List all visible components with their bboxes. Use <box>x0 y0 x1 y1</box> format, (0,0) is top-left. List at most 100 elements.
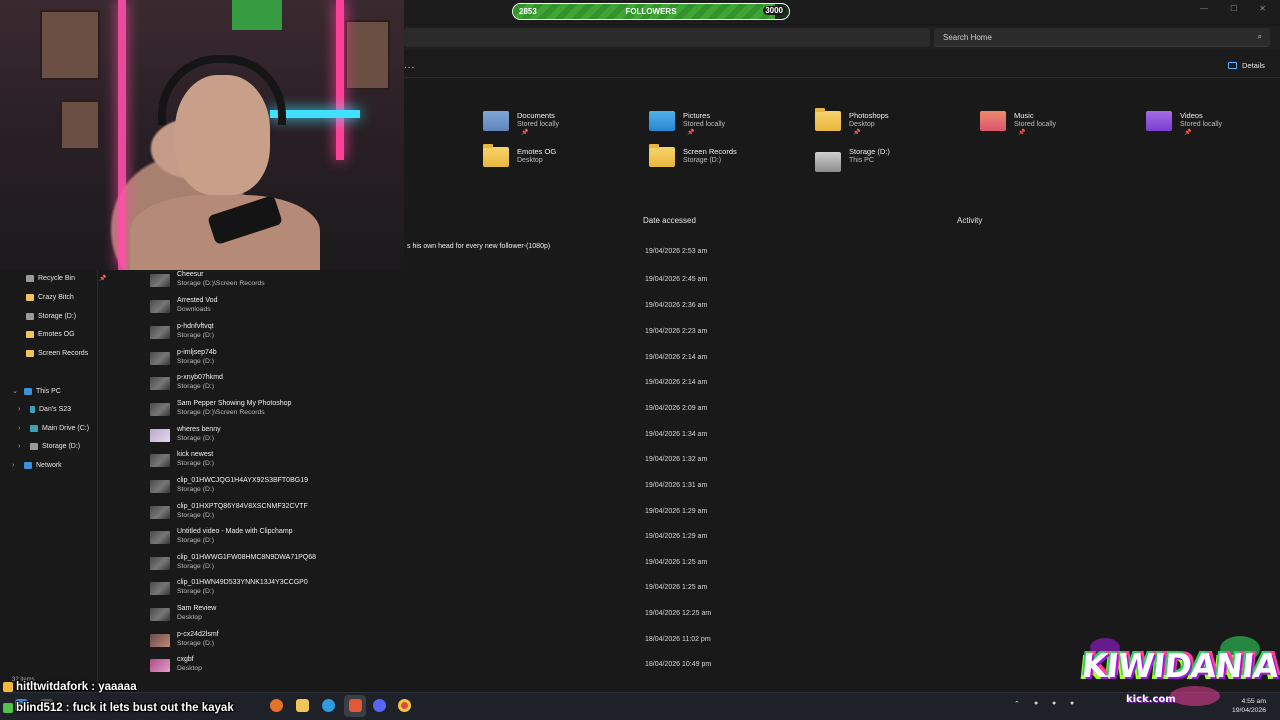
sidebar-item-emotes-og[interactable]: Emotes OG <box>26 331 75 338</box>
search-placeholder: Search Home <box>943 33 992 42</box>
file-name: Cheesur <box>177 271 204 278</box>
channel-logo: KIWIDANIA kick.com <box>1080 636 1280 716</box>
list-item[interactable]: p-imljsep74b Storage (D:) 19/04/2026 2:14 … <box>140 346 1260 372</box>
video-thumbnail <box>150 557 170 570</box>
quick-access-music[interactable]: Music Stored locally 📌 <box>980 111 1056 138</box>
sidebar-item-screen-records[interactable]: Screen Records <box>26 350 88 357</box>
video-thumbnail <box>150 300 170 313</box>
list-item[interactable]: Cheesur Storage (D:)\Screen Records 19/04/… <box>140 268 1260 294</box>
logo-wordmark: KIWIDANIA <box>1079 646 1280 685</box>
file-date: 18/04/2026 10:49 pm <box>645 661 712 668</box>
list-item[interactable]: clip_01HWCJQG1H4AYX92S3BFT0BG19 Storage (… <box>140 474 1260 500</box>
file-name: kick newest <box>177 451 214 458</box>
brave-icon[interactable] <box>349 699 362 712</box>
tile-sub: Desktop <box>517 157 543 164</box>
phone-icon <box>30 406 35 413</box>
column-header-activity[interactable]: Activity <box>957 216 982 225</box>
list-item[interactable]: clip_01HXPTQ86Y84V8XSCNMF32CVTF Storage (… <box>140 500 1260 526</box>
close-icon[interactable]: ✕ <box>1259 4 1266 13</box>
quick-access-emotes-og[interactable]: Emotes OG Desktop <box>483 144 557 167</box>
file-explorer-icon[interactable] <box>296 699 309 712</box>
details-button[interactable]: Details <box>1228 61 1265 70</box>
list-item[interactable]: Untitled video - Made with Clipchamp Stor… <box>140 525 1260 551</box>
list-item[interactable]: Sam Review Desktop 19/04/2026 12:25 am <box>140 602 1260 628</box>
sidebar-item-this-pc[interactable]: ⌄ This PC <box>12 387 61 395</box>
pin-icon: 📌 <box>98 276 107 282</box>
chevron-right-icon[interactable]: › <box>18 425 26 432</box>
quick-access-pictures[interactable]: Pictures Stored locally 📌 <box>649 111 725 138</box>
video-thumbnail <box>150 608 170 621</box>
chevron-down-icon[interactable]: ⌄ <box>12 387 20 395</box>
tray-app-icon[interactable]: ● <box>1034 700 1038 707</box>
quick-access-storage-d[interactable]: Storage (D:) This PC <box>815 147 890 172</box>
file-date: 19/04/2026 1:29 am <box>645 533 708 540</box>
search-input[interactable]: Search Home ⌕ <box>934 28 1270 47</box>
list-item[interactable]: kick newest Storage (D:) 19/04/2026 1:32 a… <box>140 448 1260 474</box>
quick-access-videos[interactable]: Videos Stored locally 📌 <box>1146 111 1222 138</box>
sidebar-item-main-drive[interactable]: › Main Drive (C:) <box>18 425 89 432</box>
search-icon: ⌕ <box>1257 32 1262 41</box>
file-location: Downloads <box>177 306 211 313</box>
videos-folder-icon <box>1146 111 1172 131</box>
list-item[interactable]: Arrested Vod Downloads 19/04/2026 2:36 am <box>140 294 1260 320</box>
chrome-icon[interactable] <box>398 699 411 712</box>
tile-name: Documents <box>517 111 555 120</box>
file-date: 19/04/2026 1:34 am <box>645 431 708 438</box>
tile-name: Emotes OG <box>517 147 557 156</box>
quick-access-photoshops[interactable]: Photoshops Desktop 📌 <box>815 108 889 138</box>
sidebar-item-network[interactable]: › Network <box>12 462 62 469</box>
sidebar-item-crazy-bitch[interactable]: Crazy Bitch <box>26 294 74 301</box>
neon-light-pink <box>118 0 126 270</box>
firefox-icon[interactable] <box>270 699 283 712</box>
chevron-right-icon[interactable]: › <box>18 443 26 450</box>
chevron-right-icon[interactable]: › <box>18 406 26 413</box>
file-date: 19/04/2026 1:31 am <box>645 482 708 489</box>
details-label: Details <box>1242 61 1265 70</box>
documents-folder-icon <box>483 111 509 131</box>
list-item[interactable]: Sam Pepper Showing My Photoshop Storage (… <box>140 397 1260 423</box>
chat-username: blind512 <box>16 702 63 714</box>
list-item[interactable]: clip_01HWN49D533YNNK13J4Y3CCGP0 Storage (… <box>140 576 1260 602</box>
tile-sub: This PC <box>849 157 874 164</box>
maximize-icon[interactable]: ☐ <box>1230 4 1237 13</box>
discord-icon[interactable] <box>373 699 386 712</box>
file-name-partial[interactable]: s his own head for every new follower-(1… <box>407 243 550 250</box>
file-location: Storage (D:)\Screen Records <box>177 280 265 287</box>
edge-icon[interactable] <box>322 699 335 712</box>
followers-label: FOLLOWERS <box>625 7 677 16</box>
drive-icon <box>30 443 38 450</box>
list-item[interactable]: wheres benny Storage (D:) 19/04/2026 1:34 … <box>140 423 1260 449</box>
file-location: Storage (D:) <box>177 332 215 339</box>
address-field[interactable] <box>404 28 930 47</box>
chevron-right-icon[interactable]: › <box>12 462 20 469</box>
file-date: 19/04/2026 2:09 am <box>645 405 708 412</box>
sidebar-item-storage-d-tree[interactable]: › Storage (D:) <box>18 443 80 450</box>
list-item[interactable]: p-hdnfvftvqt Storage (D:) 19/04/2026 2:23 … <box>140 320 1260 346</box>
quick-access-documents[interactable]: Documents Stored locally 📌 <box>483 111 559 138</box>
sidebar-item-label: Crazy Bitch <box>38 294 74 301</box>
tray-chevron-icon[interactable]: ⌃ <box>1014 700 1020 708</box>
file-location: Storage (D:) <box>177 588 215 595</box>
recycle-bin-icon <box>26 275 34 282</box>
tile-sub: Stored locally <box>1014 121 1057 128</box>
pin-icon: 📌 <box>1018 130 1026 136</box>
drive-icon <box>815 152 841 172</box>
window-controls: — ☐ ✕ <box>1200 4 1266 13</box>
list-item[interactable]: clip_01HWWG1FW08HMC8N9DWA71PQ68 Storage (… <box>140 551 1260 577</box>
quick-access-screen-records[interactable]: Screen Records Storage (D:) <box>649 144 737 167</box>
drive-icon <box>30 425 38 432</box>
file-date: 19/04/2026 2:23 am <box>645 328 708 335</box>
list-item[interactable]: p-xnyb07hkmd Storage (D:) 19/04/2026 2:14 … <box>140 371 1260 397</box>
tray-app-icon[interactable]: ● <box>1070 700 1074 707</box>
column-header-date-accessed[interactable]: Date accessed <box>643 216 696 225</box>
video-thumbnail <box>150 274 170 287</box>
sidebar-item-dans-s23[interactable]: › Dan's S23 <box>18 406 71 413</box>
folder-icon <box>26 350 34 357</box>
minimize-icon[interactable]: — <box>1200 4 1208 13</box>
video-thumbnail <box>150 659 170 672</box>
sidebar-item-storage-d[interactable]: Storage (D:) <box>26 313 76 320</box>
tray-app-icon[interactable]: ● <box>1052 700 1056 707</box>
sidebar-item-label: Screen Records <box>38 350 89 357</box>
sidebar-item-recycle-bin[interactable]: Recycle Bin 📌 <box>26 275 106 282</box>
more-options-button[interactable]: ... <box>404 60 415 71</box>
